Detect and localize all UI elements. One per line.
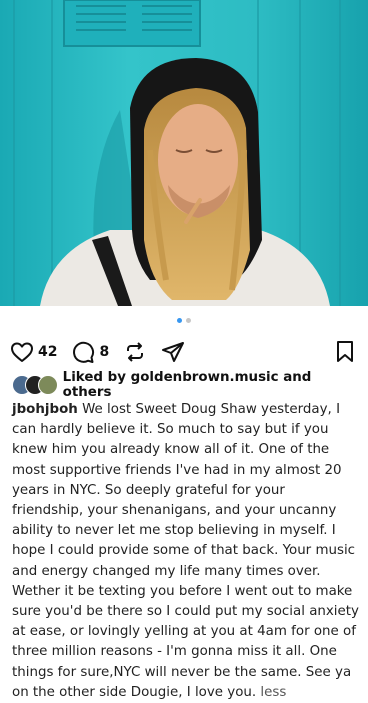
likes-count: 42 (38, 344, 58, 360)
heart-icon (11, 342, 33, 362)
photo-illustration (0, 0, 368, 306)
post-photo[interactable] (0, 0, 368, 306)
liked-by-text: Liked by goldenbrown.music and others (62, 370, 312, 400)
liked-by-row[interactable]: Liked by goldenbrown.music and others (0, 370, 368, 400)
comment-bubble-icon (73, 341, 95, 363)
carousel-dot (186, 317, 191, 323)
carousel-indicator (0, 306, 368, 334)
save-button[interactable] (334, 340, 356, 368)
share-button[interactable] (161, 340, 185, 364)
caption-username[interactable]: jbohjboh (12, 402, 78, 417)
avatar (38, 375, 58, 395)
comment-button[interactable]: 8 (71, 340, 109, 364)
caption-less-link[interactable]: less (260, 685, 286, 700)
repost-button[interactable] (123, 340, 147, 364)
repost-icon (127, 342, 144, 362)
caption-text: We lost Sweet Doug Shaw yesterday, I can… (12, 402, 359, 700)
comments-count: 8 (99, 344, 110, 360)
send-icon (162, 342, 185, 362)
bookmark-icon (337, 341, 353, 362)
post-caption: jbohjboh We lost Sweet Doug Shaw yesterd… (0, 400, 368, 703)
post-actions-bar: 42 8 (0, 334, 368, 370)
liker-avatars (12, 375, 58, 395)
carousel-dot-active (177, 317, 182, 323)
like-button[interactable]: 42 (10, 340, 57, 364)
